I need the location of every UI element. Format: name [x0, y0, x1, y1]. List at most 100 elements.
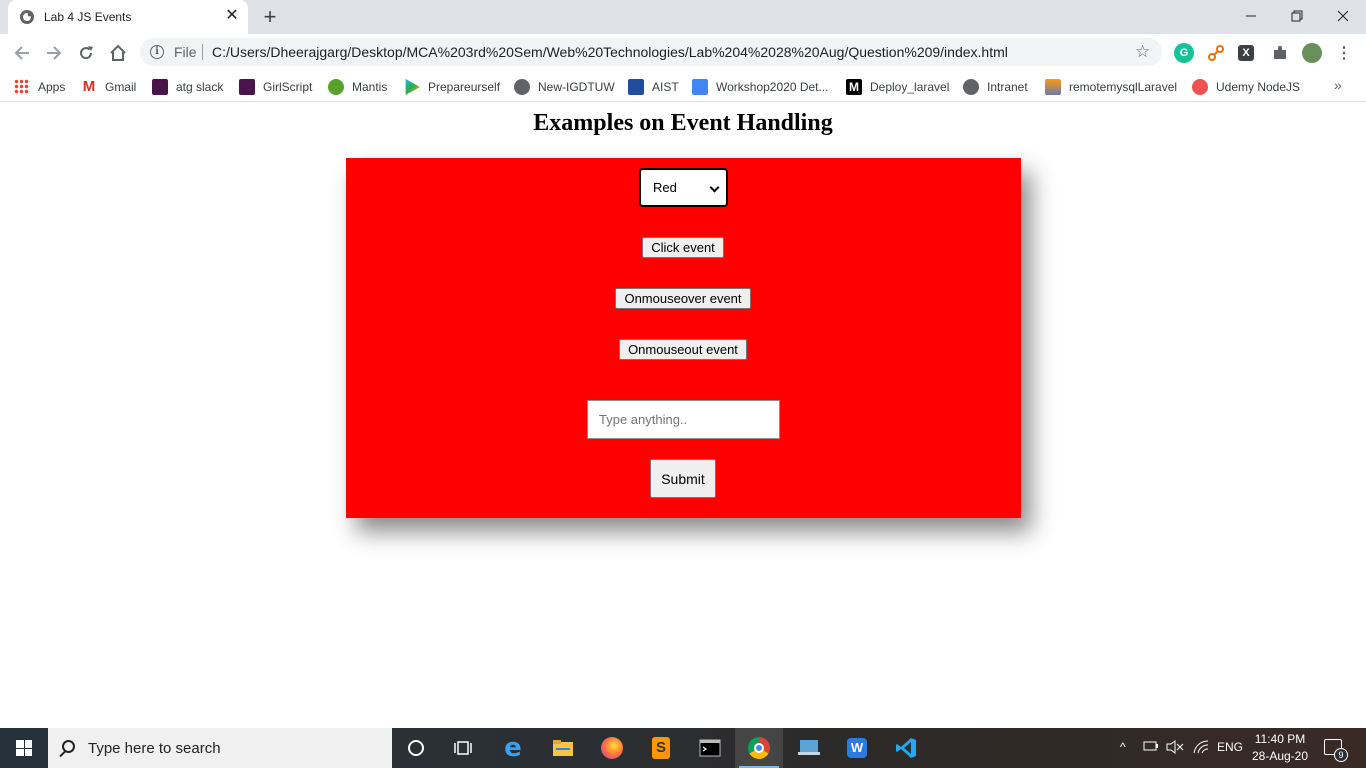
back-button[interactable]: [9, 40, 35, 66]
bookmark-aist[interactable]: AIST: [628, 77, 679, 97]
bookmark-apps[interactable]: Apps: [14, 77, 65, 97]
bookmark-label: Gmail: [105, 80, 137, 94]
aist-icon: [628, 79, 644, 95]
color-select-value: Red: [653, 180, 677, 195]
globe-icon: [514, 79, 530, 95]
start-button[interactable]: [0, 728, 48, 768]
task-view-icon[interactable]: [440, 728, 488, 768]
excel-icon[interactable]: X: [1238, 45, 1254, 61]
edge-icon[interactable]: e: [489, 728, 537, 768]
cortana-icon[interactable]: [392, 728, 440, 768]
slack-icon: [239, 79, 255, 95]
terminal-icon[interactable]: [686, 728, 734, 768]
mindmap-icon[interactable]: [1206, 43, 1226, 63]
vscode-icon[interactable]: [882, 728, 930, 768]
onmouseout-event-button[interactable]: Onmouseout event: [619, 339, 747, 360]
onmouseover-event-button[interactable]: Onmouseover event: [615, 288, 751, 309]
close-tab-icon[interactable]: ✕: [224, 8, 240, 24]
search-placeholder: Type here to search: [88, 740, 221, 757]
reload-icon: [80, 46, 93, 60]
info-icon[interactable]: i: [150, 45, 164, 59]
wps-writer-icon[interactable]: W: [833, 728, 881, 768]
color-select[interactable]: Red: [639, 168, 728, 207]
clock-time: 11:40 PM: [1254, 732, 1306, 746]
udemy-icon: [1192, 79, 1208, 95]
bookmarks-bar: Apps M Gmail atg slack GirlScript Mantis…: [0, 72, 1366, 102]
back-arrow-icon: [14, 46, 29, 60]
tab-active[interactable]: Lab 4 JS Events ✕: [8, 0, 248, 34]
forward-arrow-icon: [47, 46, 62, 60]
menu-icon[interactable]: ⋮: [1334, 43, 1354, 63]
bookmark-atg-slack[interactable]: atg slack: [152, 77, 223, 97]
close-icon: [1337, 10, 1349, 22]
mantis-icon: [328, 79, 344, 95]
chevron-up-icon[interactable]: ^: [1120, 740, 1126, 754]
url-text[interactable]: C:/Users/Dheerajgarg/Desktop/MCA%203rd%2…: [212, 44, 1008, 60]
new-tab-button[interactable]: +: [258, 6, 282, 28]
bookmark-deploy-laravel[interactable]: M Deploy_laravel: [846, 77, 949, 97]
wifi-icon[interactable]: [1193, 740, 1209, 757]
sublime-icon[interactable]: S: [637, 728, 685, 768]
scheme-label: File: [174, 44, 197, 60]
bookmark-intranet[interactable]: Intranet: [963, 77, 1028, 97]
bookmark-remotemysql[interactable]: remotemysqlLaravel: [1045, 77, 1177, 97]
slack-icon: [152, 79, 168, 95]
reload-button[interactable]: [73, 40, 99, 66]
system-clock[interactable]: 11:40 PM 28-Aug-20: [1250, 731, 1310, 765]
forward-button[interactable]: [41, 40, 67, 66]
windows-logo-icon: [16, 740, 32, 756]
bookmark-new-igdtuw[interactable]: New-IGDTUW: [514, 77, 615, 97]
language-indicator[interactable]: ENG: [1217, 740, 1243, 754]
bookmark-udemy-nodejs[interactable]: Udemy NodeJS: [1192, 77, 1300, 97]
globe-icon: [963, 79, 979, 95]
restore-icon: [1291, 10, 1303, 22]
volume-muted-icon[interactable]: [1166, 740, 1184, 757]
file-explorer-icon[interactable]: [539, 728, 587, 768]
tab-strip: Lab 4 JS Events ✕ +: [0, 0, 1366, 34]
bookmark-label: Prepareurself: [428, 80, 501, 94]
bookmarks-overflow-icon[interactable]: »: [1334, 77, 1342, 93]
bookmark-workshop2020[interactable]: Workshop2020 Det...: [692, 77, 829, 97]
bookmark-mantis[interactable]: Mantis: [328, 77, 387, 97]
click-event-button[interactable]: Click event: [642, 237, 724, 258]
page-title: Examples on Event Handling: [533, 110, 833, 136]
bookmark-label: New-IGDTUW: [538, 80, 615, 94]
restore-button[interactable]: [1274, 0, 1320, 32]
clock-date: 28-Aug-20: [1251, 749, 1309, 763]
firefox-icon[interactable]: [588, 728, 636, 768]
taskbar-search-box[interactable]: Type here to search: [48, 728, 392, 768]
bookmark-gmail[interactable]: M Gmail: [81, 77, 137, 97]
close-window-button[interactable]: [1320, 0, 1366, 32]
bookmark-label: Intranet: [987, 80, 1028, 94]
bookmark-girlscript[interactable]: GirlScript: [239, 77, 312, 97]
bookmark-prepareurself[interactable]: Prepareurself: [404, 77, 500, 97]
text-input[interactable]: Type anything..: [587, 400, 780, 439]
grammarly-icon[interactable]: G: [1174, 43, 1194, 63]
chrome-icon[interactable]: [735, 728, 783, 768]
gmail-icon: M: [82, 78, 96, 95]
bookmark-star-icon[interactable]: ☆: [1135, 42, 1150, 62]
home-button[interactable]: [105, 40, 131, 66]
minimize-button[interactable]: [1228, 0, 1274, 32]
address-bar[interactable]: i File C:/Users/Dheerajgarg/Desktop/MCA%…: [140, 38, 1162, 66]
taskbar: Type here to search e S W ^ ENG 11:40 PM…: [0, 728, 1366, 768]
event-panel: Red Click event Onmouseover event Onmous…: [346, 158, 1021, 518]
chevron-down-icon: [709, 182, 720, 193]
bookmark-label: Apps: [38, 80, 66, 94]
bookmark-label: GirlScript: [263, 80, 313, 94]
globe-icon: [20, 10, 34, 24]
bookmark-label: Workshop2020 Det...: [716, 80, 829, 94]
profile-avatar[interactable]: [1302, 43, 1322, 63]
docs-icon: [692, 79, 708, 95]
tab-title: Lab 4 JS Events: [44, 10, 132, 24]
minimize-icon: [1246, 15, 1256, 17]
bookmark-label: remotemysqlLaravel: [1069, 80, 1178, 94]
submit-button[interactable]: Submit: [650, 459, 716, 498]
pma-icon: [1045, 79, 1061, 95]
desktop-app-icon[interactable]: [785, 728, 833, 768]
bookmark-label: atg slack: [176, 80, 224, 94]
battery-icon[interactable]: [1143, 740, 1159, 755]
apps-grid-icon: [14, 79, 30, 95]
divider: [202, 44, 203, 60]
puzzle-icon[interactable]: [1270, 43, 1290, 63]
